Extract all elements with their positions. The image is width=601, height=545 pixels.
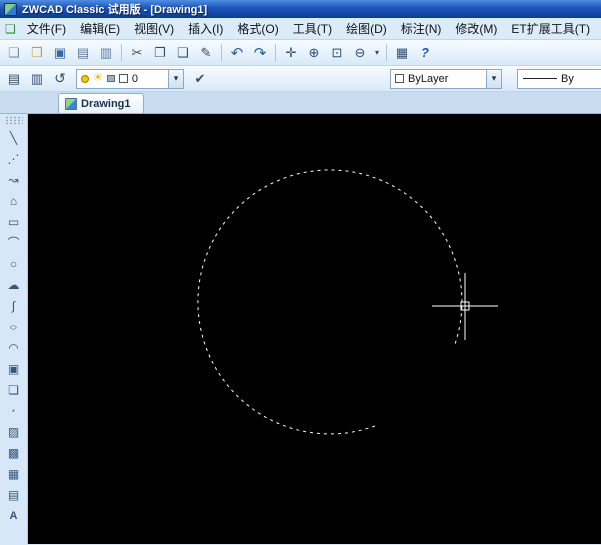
layer-lock-icon xyxy=(106,75,115,82)
tab-drawing1[interactable]: Drawing1 xyxy=(58,93,144,113)
paste-icon[interactable]: ❑ xyxy=(172,42,194,64)
make-current-icon[interactable]: ✔ xyxy=(189,68,211,90)
menu-edit[interactable]: 编辑(E) xyxy=(73,18,127,39)
color-combo-arrow-icon[interactable]: ▾ xyxy=(486,69,501,88)
layer-previous-icon[interactable]: ↺ xyxy=(49,68,71,90)
linetype-combo[interactable]: By ▾ xyxy=(517,68,601,89)
spline-icon[interactable]: ∫ xyxy=(2,295,26,316)
construction-line-icon[interactable]: ⋰ xyxy=(2,148,26,169)
hatch-icon[interactable]: ▨ xyxy=(2,421,26,442)
toolbar-grip[interactable] xyxy=(4,116,23,125)
zoom-realtime-icon[interactable]: ⊕ xyxy=(303,42,325,64)
current-color-swatch xyxy=(395,74,404,83)
flyout-arrow-icon[interactable]: ▾ xyxy=(372,42,382,64)
tab-label: Drawing1 xyxy=(81,97,131,110)
table-icon[interactable]: ▤ xyxy=(2,484,26,505)
menu-tools[interactable]: 工具(T) xyxy=(286,18,339,39)
point-icon[interactable]: ∙ xyxy=(2,400,26,421)
menu-view[interactable]: 视图(V) xyxy=(127,18,181,39)
menu-insert[interactable]: 插入(I) xyxy=(181,18,230,39)
polyline-icon[interactable]: ↝ xyxy=(2,169,26,190)
layer-name: 0 xyxy=(131,72,138,85)
toolbar-separator xyxy=(121,43,122,62)
menu-draw[interactable]: 绘图(D) xyxy=(339,18,394,39)
circle-entity[interactable] xyxy=(197,169,463,435)
menu-modify[interactable]: 修改(M) xyxy=(448,18,504,39)
save-icon[interactable]: ▣ xyxy=(49,42,71,64)
layer-states-icon[interactable]: ▥ xyxy=(26,68,48,90)
title-bar: ZWCAD Classic 试用版 - [Drawing1] xyxy=(0,0,601,18)
help-icon[interactable]: ? xyxy=(414,42,436,64)
window-title: ZWCAD Classic 试用版 - [Drawing1] xyxy=(22,4,208,16)
zoom-window-icon[interactable]: ⊡ xyxy=(326,42,348,64)
copy-icon[interactable]: ❐ xyxy=(149,42,171,64)
menu-format[interactable]: 格式(O) xyxy=(230,18,285,39)
toolbar-separator xyxy=(275,43,276,62)
standard-toolbar: ❏ ❒ ▣ ▤ ▥ ✂ ❐ ❑ ✎ ↶ ↷ ✛ ⊕ ⊡ ⊖ ▾ ▦ ? xyxy=(0,40,601,66)
redo-icon[interactable]: ↷ xyxy=(249,42,271,64)
ellipse-arc-icon[interactable]: ◠ xyxy=(2,337,26,358)
match-properties-icon[interactable]: ✎ xyxy=(195,42,217,64)
toolbar-separator xyxy=(221,43,222,62)
arc-icon[interactable]: ⌒ xyxy=(2,232,26,253)
print-preview-icon[interactable]: ▥ xyxy=(95,42,117,64)
menu-dimension[interactable]: 标注(N) xyxy=(394,18,449,39)
main-area: ╲ ⋰ ↝ ⌂ ▭ ⌒ ○ ☁ ∫ ○ ◠ ▣ ❏ ∙ ▨ ▩ ▦ ▤ A xyxy=(0,114,601,544)
drawing-canvas[interactable] xyxy=(28,114,601,544)
drawing-file-icon xyxy=(65,97,77,110)
draw-toolbar: ╲ ⋰ ↝ ⌂ ▭ ⌒ ○ ☁ ∫ ○ ◠ ▣ ❏ ∙ ▨ ▩ ▦ ▤ A xyxy=(0,114,28,544)
undo-icon[interactable]: ↶ xyxy=(226,42,248,64)
make-block-icon[interactable]: ❏ xyxy=(2,379,26,400)
menu-file[interactable]: 文件(F) xyxy=(20,18,73,39)
properties-toolbar: ▤ ▥ ↺ ☀ 0 ▾ ✔ ByLayer ▾ By ▾ xyxy=(0,66,601,92)
gradient-icon[interactable]: ▩ xyxy=(2,442,26,463)
layer-on-icon xyxy=(81,74,89,83)
app-logo-icon xyxy=(4,2,17,16)
line-icon[interactable]: ╲ xyxy=(2,127,26,148)
menu-et-tools[interactable]: ET扩展工具(T) xyxy=(504,18,597,39)
open-file-icon[interactable]: ❒ xyxy=(26,42,48,64)
polygon-icon[interactable]: ⌂ xyxy=(2,190,26,211)
layer-color-swatch xyxy=(118,74,128,83)
linetype-sample-icon xyxy=(523,78,557,79)
toolbar-separator xyxy=(386,43,387,62)
layer-properties-icon[interactable]: ▤ xyxy=(3,68,25,90)
revcloud-icon[interactable]: ☁ xyxy=(2,274,26,295)
linetype-value: By xyxy=(561,72,574,85)
document-icon[interactable]: ❏ xyxy=(5,22,16,36)
layer-freeze-icon: ☀ xyxy=(93,72,103,84)
color-combo[interactable]: ByLayer ▾ xyxy=(390,68,502,89)
print-icon[interactable]: ▤ xyxy=(72,42,94,64)
drawing-tab-bar: Drawing1 xyxy=(0,92,601,114)
color-value: ByLayer xyxy=(408,72,449,85)
cut-icon[interactable]: ✂ xyxy=(126,42,148,64)
rectangle-icon[interactable]: ▭ xyxy=(2,211,26,232)
mtext-icon[interactable]: A xyxy=(2,505,26,526)
new-file-icon[interactable]: ❏ xyxy=(3,42,25,64)
layer-combo-arrow-icon[interactable]: ▾ xyxy=(168,69,183,88)
layer-combo[interactable]: ☀ 0 ▾ xyxy=(76,68,184,89)
pan-icon[interactable]: ✛ xyxy=(280,42,302,64)
menu-bar: ❏ 文件(F) 编辑(E) 视图(V) 插入(I) 格式(O) 工具(T) 绘图… xyxy=(0,18,601,40)
ellipse-icon[interactable]: ○ xyxy=(2,320,26,333)
zoom-previous-icon[interactable]: ⊖ xyxy=(349,42,371,64)
calculator-icon[interactable]: ▦ xyxy=(391,42,413,64)
circle-icon[interactable]: ○ xyxy=(2,253,26,274)
region-icon[interactable]: ▦ xyxy=(2,463,26,484)
insert-block-icon[interactable]: ▣ xyxy=(2,358,26,379)
